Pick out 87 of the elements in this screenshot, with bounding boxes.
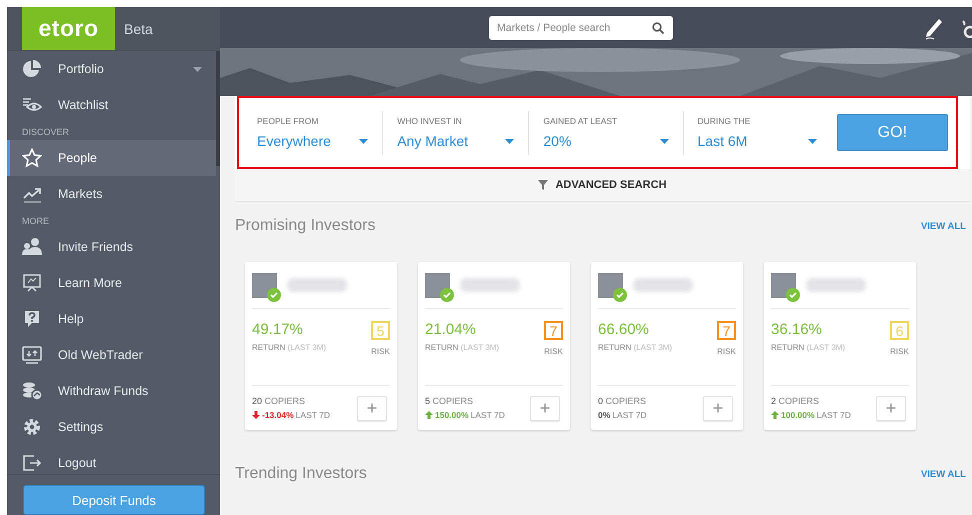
settings-icon [22,417,42,437]
section-title: Trending Investors [235,465,367,483]
return-label: RETURN (LAST 3M) [598,343,672,352]
risk-score: 7 [544,321,563,340]
return-value: 66.60% [598,321,650,338]
advanced-search-link[interactable]: ADVANCED SEARCH [235,169,970,202]
down-arrow-icon [252,411,260,419]
view-all-link[interactable]: VIEW ALL [920,220,966,232]
filter-label: DURING THE [698,116,752,126]
filter-dropdown[interactable]: 20% [543,133,669,149]
copy-add-button[interactable]: + [530,396,560,420]
blurred-name-drawing [287,278,347,292]
copiers-count: 0 COPIERS [598,396,647,406]
verified-badge-icon [267,288,281,302]
presentation-board-icon [22,273,42,293]
copiers-count: 5 COPIERS [425,396,474,406]
up-arrow-icon [771,411,779,419]
dropdown-caret-icon [505,138,514,144]
filter-dropdown[interactable]: Any Market [397,133,514,149]
sidebar-item[interactable]: Help [7,301,216,337]
sidebar-item[interactable]: Markets [7,176,216,212]
verified-badge-icon [613,288,627,302]
copy-add-button[interactable]: + [357,396,387,420]
sidebar-item[interactable]: Learn More [7,265,216,301]
risk-label: RISK [371,347,390,356]
up-arrow-icon [425,411,433,419]
search-field[interactable]: Markets / People search [489,16,673,40]
search-icon [652,22,664,34]
risk-score: 6 [890,321,909,340]
filter-label: PEOPLE FROM [257,116,320,126]
return-label: RETURN (LAST 3M) [252,343,326,352]
weekly-change: -13.04% LAST 7D [252,410,330,420]
risk-label: RISK [890,347,909,356]
star-icon [22,148,42,168]
filter-dropdown[interactable]: Last 6M [698,133,817,149]
return-label: RETURN (LAST 3M) [771,343,846,352]
filter-dropdown[interactable]: Everywhere [257,133,368,149]
sidebar-item[interactable]: Logout [7,445,216,474]
blurred-name-drawing [633,278,693,292]
blurred-name-drawing [806,278,866,292]
copiers-count: 2 COPIERS [771,396,820,406]
filter-label: WHO INVEST IN [397,116,463,126]
blurred-name-drawing [460,278,520,292]
filter-label: GAINED AT LEAST [543,116,618,126]
coins-icon [22,381,42,401]
weekly-change: 100.00% LAST 7D [771,410,851,420]
dropdown-caret-icon [808,138,817,144]
help-icon [22,309,42,329]
copy-add-button[interactable]: + [876,396,906,420]
sidebar-item[interactable]: People [7,140,216,176]
section-title: Promising Investors [235,217,376,235]
copiers-count: 20 COPIERS [252,396,306,406]
risk-label: RISK [717,347,736,356]
filter-icon [538,180,548,190]
sidebar-item[interactable]: Settings [7,409,216,445]
logo-fragment-icon [960,18,972,38]
logout-icon [22,453,42,473]
risk-label: RISK [544,347,563,356]
risk-score: 5 [371,321,390,340]
verified-badge-icon [440,288,454,302]
return-value: 49.17% [252,321,304,338]
sidebar-item[interactable]: Invite Friends [7,229,216,265]
section-header: MORE [21,215,50,228]
scrollbar[interactable] [216,51,220,166]
return-value: 21.04% [425,321,477,338]
risk-score: 7 [717,321,736,340]
people-icon [22,237,42,257]
dropdown-caret-icon [660,138,669,144]
section-header: DISCOVER [21,126,70,139]
go-button[interactable]: GO! [836,114,948,151]
monitor-icon [22,345,42,365]
return-value: 36.16% [771,321,823,338]
weekly-change: 150.00% LAST 7D [425,410,505,420]
copy-add-button[interactable]: + [703,396,733,420]
dropdown-caret-icon [359,138,368,144]
beta-label: Beta [124,20,153,36]
verified-badge-icon [786,288,800,302]
sidebar-item[interactable]: Withdraw Funds [7,373,216,409]
sidebar-item[interactable]: Watchlist [7,87,216,123]
etoro-logo[interactable]: etoro [22,7,115,50]
pie-chart-icon [22,59,42,79]
view-all-link[interactable]: VIEW ALL [920,468,966,480]
weekly-change: 0% LAST 7D [598,410,647,420]
sidebar-item[interactable]: Portfolio [7,51,216,87]
return-label: RETURN (LAST 3M) [425,343,500,352]
sidebar-item[interactable]: Old WebTrader [7,337,216,373]
deposit-funds-button[interactable]: Deposit Funds [23,485,205,515]
